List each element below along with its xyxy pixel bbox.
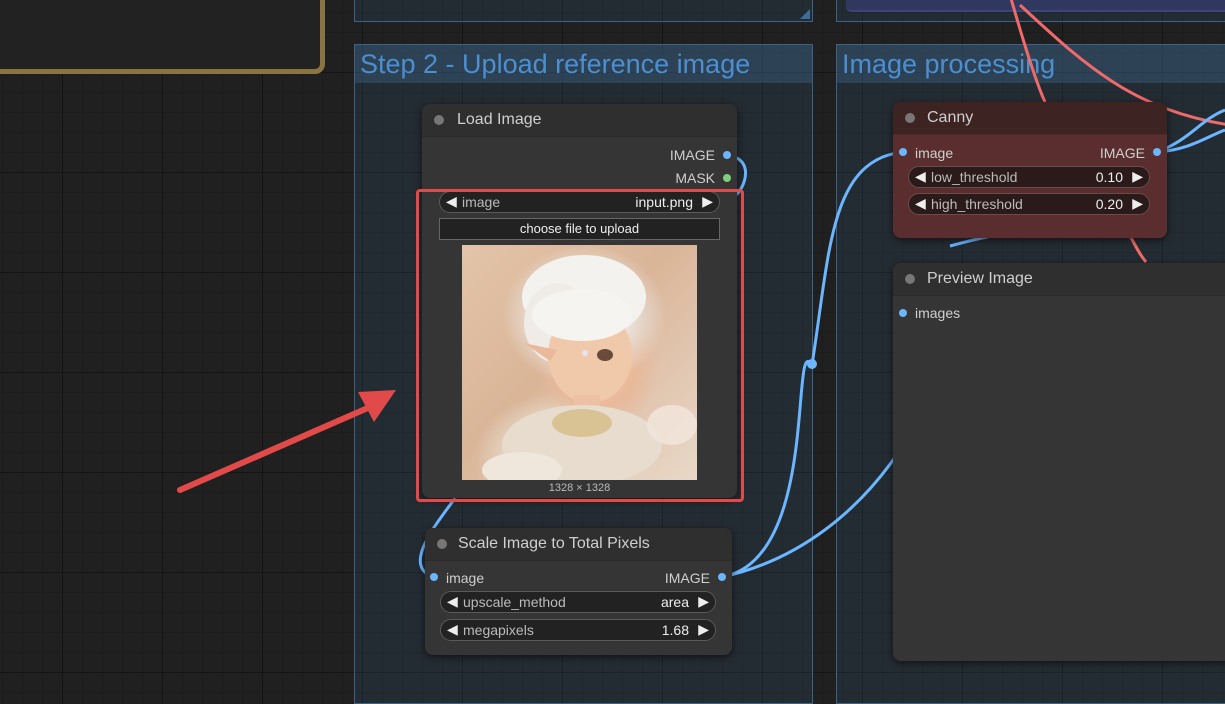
arrow-right-icon[interactable]: ▶: [1132, 168, 1143, 185]
node-header[interactable]: Canny: [893, 102, 1167, 135]
arrow-left-icon[interactable]: ◀: [447, 621, 458, 638]
node-header[interactable]: Load Image: [422, 104, 737, 137]
collapse-dot[interactable]: [434, 115, 444, 125]
output-image-label: IMAGE: [664, 570, 710, 586]
output-mask-label: MASK: [675, 170, 715, 186]
link-reroute-dot[interactable]: [807, 359, 817, 369]
arrow-left-icon[interactable]: ◀: [447, 593, 458, 610]
widget-value: 1.68: [661, 622, 689, 638]
link-scale-to-preview: [721, 449, 902, 579]
low-threshold-widget[interactable]: ◀ low_threshold 0.10 ▶: [908, 166, 1150, 188]
arrow-left-icon[interactable]: ◀: [915, 168, 926, 185]
node-header[interactable]: Scale Image to Total Pixels: [425, 528, 732, 561]
output-image-slot[interactable]: [718, 573, 726, 581]
node-title: Load Image: [457, 111, 542, 128]
widget-value: 0.10: [1095, 169, 1123, 185]
widget-label: low_threshold: [931, 169, 1018, 185]
collapse-dot[interactable]: [905, 113, 915, 123]
scale-image-node[interactable]: Scale Image to Total Pixels image IMAGE …: [425, 528, 732, 655]
input-image-slot[interactable]: [430, 573, 438, 581]
output-image-slot[interactable]: [723, 151, 731, 159]
arrow-right-icon[interactable]: ▶: [698, 593, 709, 610]
annotation-highlight-box: [416, 189, 744, 502]
input-image-slot[interactable]: [899, 148, 907, 156]
input-images-slot[interactable]: [899, 309, 907, 317]
widget-value: area: [660, 594, 689, 610]
arrow-right-icon[interactable]: ▶: [1132, 195, 1143, 212]
widget-label: megapixels: [463, 622, 534, 638]
input-image-label: image: [915, 145, 954, 161]
node-title: Canny: [927, 109, 974, 126]
megapixels-widget[interactable]: ◀ megapixels 1.68 ▶: [440, 619, 716, 641]
upscale-method-widget[interactable]: ◀ upscale_method area ▶: [440, 591, 716, 613]
input-image-label: image: [446, 570, 485, 586]
collapse-dot[interactable]: [437, 539, 447, 549]
output-image-label: IMAGE: [1099, 145, 1145, 161]
input-images-label: images: [915, 305, 961, 321]
arrow-left-icon[interactable]: ◀: [915, 195, 926, 212]
node-title: Preview Image: [927, 270, 1033, 287]
preview-image-node[interactable]: Preview Image images: [893, 263, 1225, 661]
widget-label: high_threshold: [931, 196, 1023, 212]
collapse-dot[interactable]: [905, 274, 915, 284]
link-red-1: [1009, 0, 1047, 103]
widget-value: 0.20: [1095, 196, 1123, 212]
high-threshold-widget[interactable]: ◀ high_threshold 0.20 ▶: [908, 193, 1150, 215]
canny-node[interactable]: Canny image IMAGE ◀ low_threshold 0.10 ▶…: [893, 102, 1167, 238]
output-image-slot[interactable]: [1153, 148, 1161, 156]
annotation-arrow-icon: [177, 390, 396, 493]
output-mask-slot[interactable]: [723, 174, 731, 182]
widget-label: upscale_method: [463, 594, 566, 610]
node-title: Scale Image to Total Pixels: [458, 535, 650, 552]
arrow-right-icon[interactable]: ▶: [698, 621, 709, 638]
node-header[interactable]: Preview Image: [893, 263, 1225, 296]
output-image-label: IMAGE: [669, 147, 715, 163]
